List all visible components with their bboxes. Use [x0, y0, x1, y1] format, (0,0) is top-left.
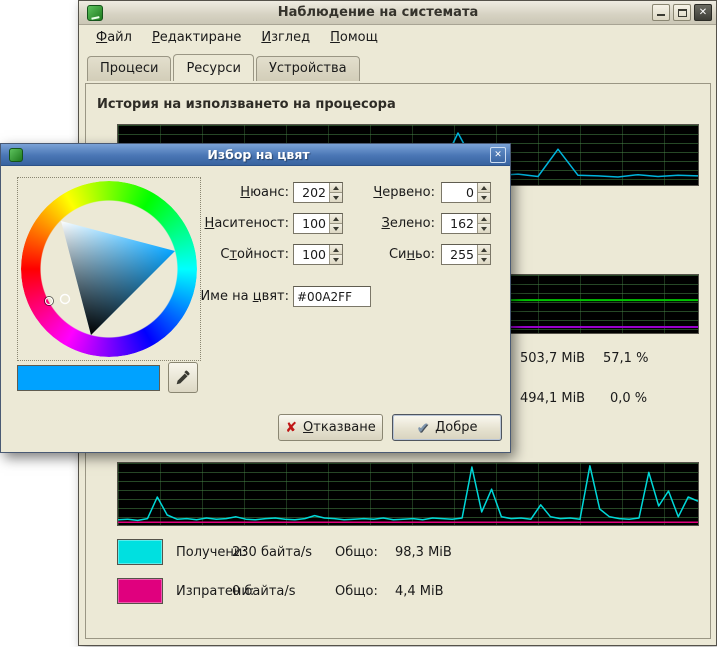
dialog-icon: [9, 148, 23, 162]
memory-total: 503,7 MiB: [520, 351, 585, 366]
ok-label: Добре: [435, 420, 477, 435]
saturation-label: Наситеност:: [183, 216, 289, 231]
blue-spin-up[interactable]: [478, 245, 490, 255]
value-spinbox[interactable]: 100: [293, 244, 343, 265]
menu-edit[interactable]: Редактиране: [145, 27, 248, 48]
dialog-title: Избор на цвят: [27, 147, 490, 162]
sent-rate: 0 байта/s: [232, 584, 296, 599]
received-color-swatch[interactable]: [117, 539, 163, 565]
red-value[interactable]: 0: [442, 183, 477, 202]
green-spin-up[interactable]: [478, 214, 490, 224]
menu-help[interactable]: Помощ: [323, 27, 385, 48]
eyedropper-icon: [174, 369, 192, 387]
hue-marker[interactable]: [45, 297, 53, 305]
green-spin-down[interactable]: [478, 224, 490, 233]
cancel-icon: ✘: [285, 420, 297, 436]
cancel-label: Отказване: [303, 420, 376, 435]
value-spin-up[interactable]: [330, 245, 342, 255]
blue-spin-down[interactable]: [478, 255, 490, 264]
tab-devices[interactable]: Устройства: [256, 56, 360, 81]
color-wheel-box: [17, 177, 201, 361]
ok-icon: ✔: [417, 419, 430, 437]
hue-label: Нюанс:: [183, 185, 289, 200]
memory-percent: 57,1 %: [603, 351, 648, 366]
sent-color-swatch[interactable]: [117, 578, 163, 604]
hue-spinbox[interactable]: 202: [293, 182, 343, 203]
blue-spinbox[interactable]: 255: [441, 244, 491, 265]
tab-processes[interactable]: Процеси: [87, 56, 171, 81]
menubar: Файл Редактиране Изглед Помощ: [79, 25, 716, 50]
value-spin-down[interactable]: [330, 255, 342, 264]
value-label: Стойност:: [183, 247, 289, 262]
dialog-titlebar[interactable]: Избор на цвят ✕: [1, 144, 510, 166]
hue-value[interactable]: 202: [294, 183, 329, 202]
green-label: Зелено:: [357, 216, 435, 231]
maximize-button[interactable]: [673, 4, 691, 21]
cancel-button[interactable]: ✘ Отказване: [278, 414, 383, 441]
saturation-value[interactable]: 100: [294, 214, 329, 233]
saturation-value-triangle[interactable]: [21, 181, 197, 357]
saturation-spinbox[interactable]: 100: [293, 213, 343, 234]
blue-value[interactable]: 255: [442, 245, 477, 264]
maximize-icon: [678, 9, 687, 17]
blue-label: Синьо:: [357, 247, 435, 262]
received-rate: 230 байта/s: [232, 545, 312, 560]
ok-button[interactable]: ✔ Добре: [392, 414, 502, 441]
menu-file[interactable]: Файл: [89, 27, 139, 48]
menu-view[interactable]: Изглед: [254, 27, 317, 48]
color-name-label: Име на цвят:: [183, 289, 289, 304]
red-spinbox[interactable]: 0: [441, 182, 491, 203]
saturation-spin-down[interactable]: [330, 224, 342, 233]
received-total: 98,3 MiB: [395, 545, 452, 560]
window-title: Наблюдение на системата: [107, 5, 649, 20]
dialog-body: Нюанс: 202 Червено: 0 Наситеност: 100: [1, 166, 510, 454]
cpu-history-heading: История на използването на процесора: [97, 97, 396, 112]
swap-percent: 0,0 %: [610, 391, 647, 406]
hue-spin-up[interactable]: [330, 183, 342, 193]
close-button[interactable]: ✕: [694, 4, 712, 21]
tab-resources[interactable]: Ресурси: [173, 54, 254, 81]
minimize-button[interactable]: [652, 4, 670, 21]
minimize-icon: [657, 9, 665, 16]
red-label: Червено:: [357, 185, 435, 200]
sent-total: 4,4 MiB: [395, 584, 444, 599]
received-total-label: Общо:: [335, 545, 378, 560]
eyedropper-button[interactable]: [168, 362, 198, 393]
sent-total-label: Общо:: [335, 584, 378, 599]
tab-bar: Процеси Ресурси Устройства: [79, 54, 716, 81]
swap-total: 494,1 MiB: [520, 391, 585, 406]
value-value[interactable]: 100: [294, 245, 329, 264]
color-picker-dialog: Избор на цвят ✕: [0, 143, 511, 453]
dialog-close-button[interactable]: ✕: [490, 147, 506, 163]
app-icon[interactable]: [87, 5, 103, 21]
hue-spin-down[interactable]: [330, 193, 342, 202]
red-spin-up[interactable]: [478, 183, 490, 193]
titlebar[interactable]: Наблюдение на системата ✕: [79, 1, 716, 25]
color-preview: [17, 365, 160, 391]
saturation-spin-up[interactable]: [330, 214, 342, 224]
green-value[interactable]: 162: [442, 214, 477, 233]
network-history-chart: [117, 462, 699, 526]
color-name-input[interactable]: [293, 286, 371, 307]
green-spinbox[interactable]: 162: [441, 213, 491, 234]
red-spin-down[interactable]: [478, 193, 490, 202]
